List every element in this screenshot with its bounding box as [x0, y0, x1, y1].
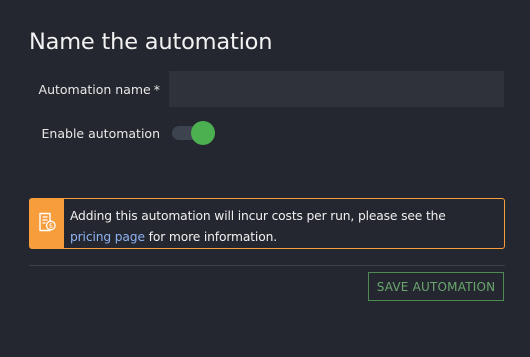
- automation-name-row: Automation name *: [0, 71, 163, 107]
- save-automation-button[interactable]: SAVE AUTOMATION: [368, 272, 504, 301]
- automation-name-label: Automation name *: [0, 82, 163, 97]
- enable-automation-label: Enable automation: [41, 125, 160, 141]
- required-marker: *: [153, 81, 160, 97]
- automation-name-label-text: Automation name: [38, 81, 151, 97]
- dialog-title: Name the automation: [29, 29, 273, 55]
- alert-icon-container: $: [30, 199, 64, 248]
- footer-divider: [29, 265, 505, 266]
- pricing-warning-alert: $ Adding this automation will incur cost…: [29, 198, 505, 249]
- enable-automation-row: Enable automation: [0, 119, 163, 147]
- alert-text-after-link: for more information.: [148, 230, 277, 244]
- automation-name-input[interactable]: [169, 71, 504, 107]
- toggle-knob: [191, 121, 215, 145]
- alert-text-before-link: Adding this automation will incur costs …: [70, 209, 446, 223]
- alert-message: Adding this automation will incur costs …: [64, 199, 446, 248]
- pricing-page-link[interactable]: pricing page: [70, 230, 145, 244]
- automation-dialog: Name the automation Automation name * Ena…: [0, 0, 530, 357]
- svg-text:$: $: [49, 222, 53, 230]
- receipt-dollar-icon: $: [38, 212, 56, 236]
- enable-automation-toggle[interactable]: [172, 121, 216, 145]
